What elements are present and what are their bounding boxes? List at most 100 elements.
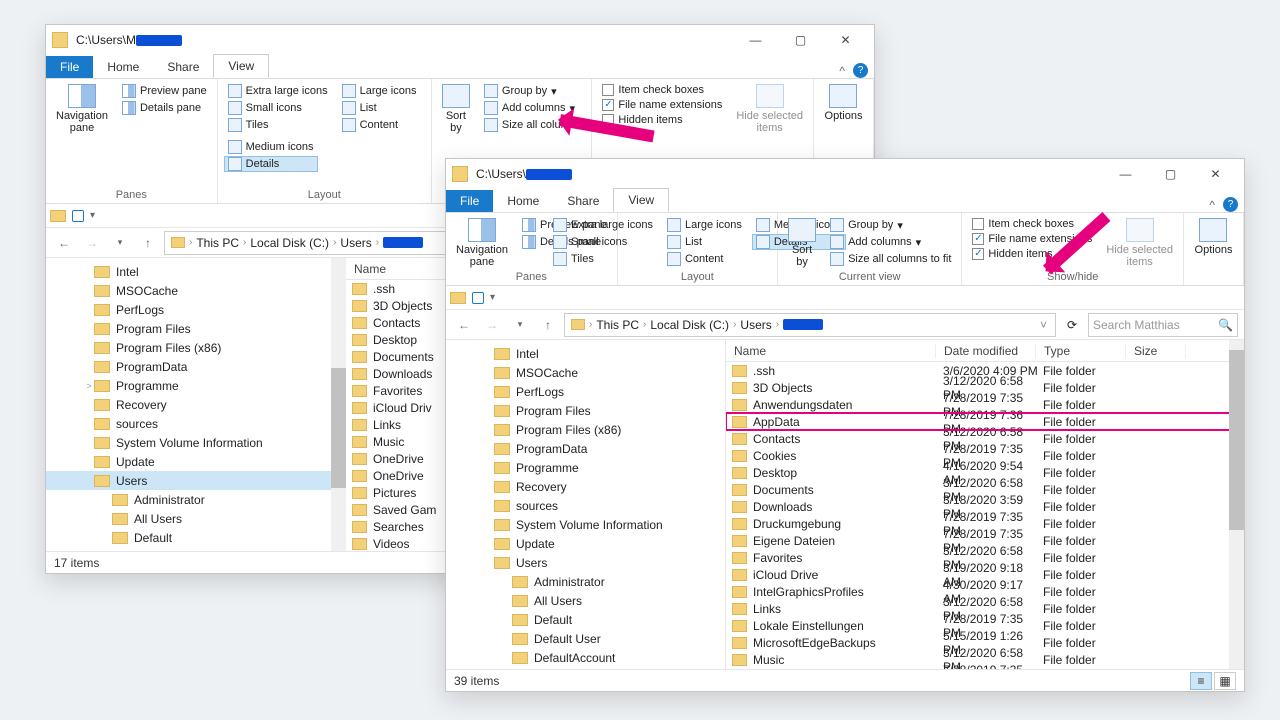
tree-item[interactable]: Program Files (x86)	[446, 420, 725, 439]
tree-item[interactable]: System Volume Information	[446, 515, 725, 534]
tree-item[interactable]: Program Files	[446, 401, 725, 420]
item-checkboxes-toggle[interactable]: Item check boxes	[968, 217, 1096, 231]
list-item[interactable]: Netzwerkumgebung7/28/2019 7:35 PMFile fo…	[726, 668, 1244, 669]
tree-item[interactable]: Administrator	[446, 572, 725, 591]
tab-home[interactable]: Home	[493, 190, 553, 212]
recent-button[interactable]: ▾	[508, 313, 532, 337]
layout-content[interactable]: Content	[338, 117, 421, 133]
tab-view[interactable]: View	[613, 188, 669, 212]
properties-icon[interactable]	[472, 292, 484, 304]
add-columns-button[interactable]: Add columns ▾	[826, 234, 955, 250]
tree-item[interactable]: Users	[46, 471, 345, 490]
titlebar[interactable]: C:\Users\ — ▢ ✕	[446, 159, 1244, 189]
preview-pane-button[interactable]: Preview pane	[118, 83, 211, 99]
forward-button[interactable]: →	[80, 231, 104, 255]
file-extensions-toggle[interactable]: File name extensions	[598, 98, 726, 112]
minimize-button[interactable]: —	[1103, 160, 1148, 188]
tree-item[interactable]: defaultuser100001	[446, 667, 725, 669]
layout-list[interactable]: List	[338, 100, 421, 116]
tree-item[interactable]: Default User	[446, 629, 725, 648]
tree-item[interactable]: PerfLogs	[446, 382, 725, 401]
tab-share[interactable]: Share	[553, 190, 613, 212]
hidden-items-toggle[interactable]: Hidden items	[598, 113, 726, 127]
tree-item[interactable]: Recovery	[46, 395, 345, 414]
maximize-button[interactable]: ▢	[1148, 160, 1193, 188]
options-button[interactable]: Options	[1191, 217, 1237, 257]
group-by-button[interactable]: Group by ▾	[480, 83, 585, 99]
navigation-tree[interactable]: IntelMSOCachePerfLogsProgram FilesProgra…	[46, 258, 346, 551]
layout-small[interactable]: Small icons	[224, 100, 332, 116]
back-button[interactable]: ←	[452, 313, 476, 337]
navigation-pane-button[interactable]: Navigation pane	[452, 217, 512, 269]
layout-extra-large[interactable]: Extra large icons	[224, 83, 332, 99]
tree-item[interactable]: Recovery	[446, 477, 725, 496]
tree-item[interactable]: Intel	[446, 344, 725, 363]
content-scrollbar[interactable]	[1229, 340, 1244, 669]
address-bar[interactable]: ›This PC ›Local Disk (C:) ›Users › ˅	[564, 313, 1056, 337]
group-by-button[interactable]: Group by ▾	[826, 217, 955, 233]
layout-extra-large[interactable]: Extra large icons	[549, 217, 657, 233]
minimize-button[interactable]: —	[733, 26, 778, 54]
quick-access-toolbar[interactable]: ▾	[446, 286, 1244, 310]
navigation-tree[interactable]: IntelMSOCachePerfLogsProgram FilesProgra…	[446, 340, 726, 669]
layout-list[interactable]: List	[663, 234, 746, 250]
size-columns-button[interactable]: Size all columns to fit	[826, 251, 955, 267]
tree-item[interactable]: sources	[446, 496, 725, 515]
file-list[interactable]: .ssh3/6/2020 4:09 PMFile folder3D Object…	[726, 362, 1244, 669]
layout-details[interactable]: Details	[224, 156, 318, 172]
titlebar[interactable]: C:\Users\M — ▢ ✕	[46, 25, 874, 55]
collapse-ribbon-icon[interactable]: ^	[1209, 198, 1215, 212]
tree-item[interactable]: Program Files (x86)	[46, 338, 345, 357]
view-thumbnails-icon[interactable]: ▦	[1214, 672, 1236, 690]
hide-selected-button[interactable]: Hide selected items	[1102, 217, 1177, 269]
qat-dropdown-icon[interactable]: ▾	[90, 210, 95, 221]
tree-scrollbar[interactable]	[331, 258, 346, 551]
up-button[interactable]: ↑	[136, 231, 160, 255]
layout-tiles[interactable]: Tiles	[549, 251, 657, 267]
close-button[interactable]: ✕	[823, 26, 868, 54]
sort-by-button[interactable]: Sort by	[784, 217, 820, 269]
layout-tiles[interactable]: Tiles	[224, 117, 332, 133]
tree-item[interactable]: Default User	[46, 547, 345, 551]
layout-medium[interactable]: Medium icons	[224, 139, 318, 155]
layout-large[interactable]: Large icons	[338, 83, 421, 99]
tree-item[interactable]: Update	[446, 534, 725, 553]
hidden-items-toggle[interactable]: Hidden items	[968, 247, 1096, 261]
tab-view[interactable]: View	[213, 54, 269, 78]
search-input[interactable]: Search Matthias🔍	[1088, 313, 1238, 337]
tree-item[interactable]: Default	[46, 528, 345, 547]
layout-small[interactable]: Small icons	[549, 234, 657, 250]
help-icon[interactable]: ?	[1223, 197, 1238, 212]
tree-item[interactable]: Default	[446, 610, 725, 629]
maximize-button[interactable]: ▢	[778, 26, 823, 54]
help-icon[interactable]: ?	[853, 63, 868, 78]
properties-icon[interactable]	[72, 210, 84, 222]
add-columns-button[interactable]: Add columns ▾	[480, 100, 585, 116]
layout-content[interactable]: Content	[663, 251, 746, 267]
tree-item[interactable]: ProgramData	[446, 439, 725, 458]
layout-large[interactable]: Large icons	[663, 217, 746, 233]
up-button[interactable]: ↑	[536, 313, 560, 337]
recent-button[interactable]: ▾	[108, 231, 132, 255]
tree-item[interactable]: PerfLogs	[46, 300, 345, 319]
tab-home[interactable]: Home	[93, 56, 153, 78]
refresh-button[interactable]: ⟳	[1060, 313, 1084, 337]
file-extensions-toggle[interactable]: File name extensions	[968, 232, 1096, 246]
tab-share[interactable]: Share	[153, 56, 213, 78]
tab-file[interactable]: File	[446, 190, 493, 212]
hide-selected-button[interactable]: Hide selected items	[732, 83, 807, 135]
item-checkboxes-toggle[interactable]: Item check boxes	[598, 83, 726, 97]
tree-item[interactable]: ProgramData	[46, 357, 345, 376]
navigation-pane-button[interactable]: Navigation pane	[52, 83, 112, 135]
forward-button[interactable]: →	[480, 313, 504, 337]
tree-item[interactable]: Update	[46, 452, 345, 471]
size-columns-button[interactable]: Size all columns	[480, 117, 585, 133]
tree-item[interactable]: DefaultAccount	[446, 648, 725, 667]
tree-item[interactable]: MSOCache	[446, 363, 725, 382]
tree-item[interactable]: MSOCache	[46, 281, 345, 300]
tree-item[interactable]: All Users	[446, 591, 725, 610]
column-headers[interactable]: Name Date modified Type Size	[726, 340, 1244, 362]
view-details-icon[interactable]: ≡	[1190, 672, 1212, 690]
tree-item[interactable]: >Programme	[46, 376, 345, 395]
back-button[interactable]: ←	[52, 231, 76, 255]
